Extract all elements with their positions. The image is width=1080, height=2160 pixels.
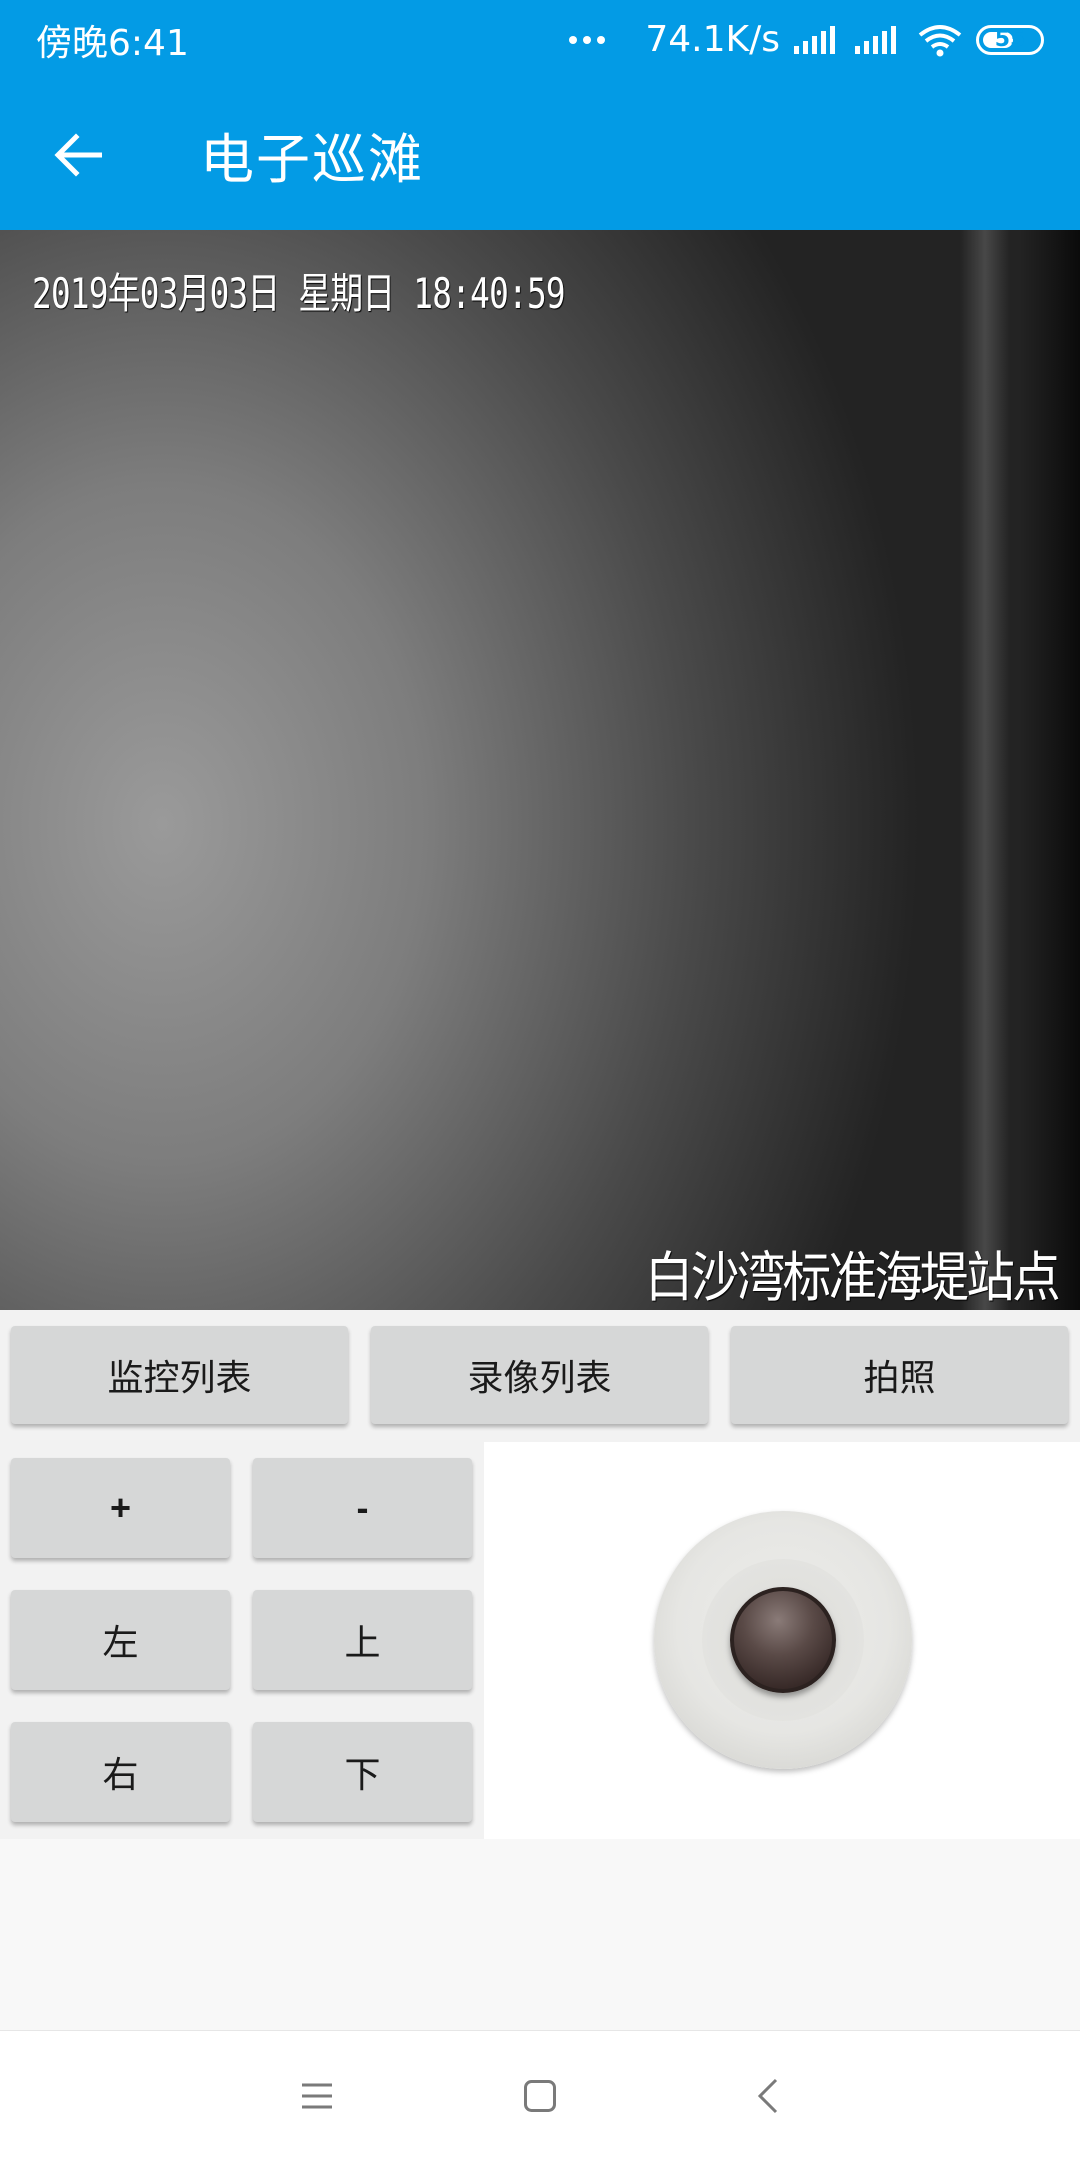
system-nav-bar: [0, 2030, 1080, 2160]
signal-icon: [855, 25, 896, 54]
camera-video-feed[interactable]: 2019年03月03日 星期日 18:40:59 白沙湾标准海堤站点: [0, 230, 1080, 1310]
menu-icon: [302, 2083, 332, 2109]
page-title: 电子巡滩: [200, 128, 424, 191]
action-buttons-row: 监控列表 录像列表 拍照: [0, 1310, 1080, 1442]
joystick-panel: [484, 1442, 1080, 1839]
video-station-name: 白沙湾标准海堤站点: [644, 1246, 1061, 1309]
nav-back-button[interactable]: [708, 2031, 828, 2160]
ptz-control-area: + - 左 上 右 下: [0, 1442, 1080, 1839]
status-icons: 74.1K/s 55: [569, 19, 1044, 60]
monitor-list-button[interactable]: 监控列表: [11, 1326, 348, 1424]
network-speed: 74.1K/s: [645, 19, 780, 60]
menu-button[interactable]: [257, 2031, 377, 2160]
zoom-out-button[interactable]: -: [253, 1458, 472, 1558]
recording-list-button[interactable]: 录像列表: [371, 1326, 708, 1424]
photo-button[interactable]: 拍照: [731, 1326, 1068, 1424]
signal-icon: [794, 25, 835, 54]
joystick-icon[interactable]: [654, 1511, 912, 1769]
tilt-up-button[interactable]: 上: [253, 1590, 472, 1690]
status-bar: 傍晚6:41 74.1K/s 55: [0, 0, 1080, 79]
tilt-down-button[interactable]: 下: [253, 1722, 472, 1822]
home-button[interactable]: [480, 2031, 600, 2160]
ptz-button-grid: + - 左 上 右 下: [0, 1442, 484, 1839]
joystick-knob[interactable]: [730, 1587, 836, 1693]
battery-level: 55: [994, 27, 1026, 52]
wifi-icon: [918, 24, 962, 56]
status-time: 傍晚6:41: [36, 22, 189, 64]
arrow-left-icon: [53, 132, 102, 177]
back-icon: [757, 2078, 778, 2114]
app-bar: 电子巡滩: [0, 79, 1080, 230]
pan-left-button[interactable]: 左: [11, 1590, 230, 1690]
back-button[interactable]: [0, 79, 155, 230]
more-dots-icon: [569, 35, 606, 44]
video-timestamp: 2019年03月03日 星期日 18:40:59: [32, 269, 566, 318]
battery-icon: 55: [976, 24, 1044, 55]
home-icon: [524, 2080, 556, 2112]
zoom-in-button[interactable]: +: [11, 1458, 230, 1558]
pan-right-button[interactable]: 右: [11, 1722, 230, 1822]
